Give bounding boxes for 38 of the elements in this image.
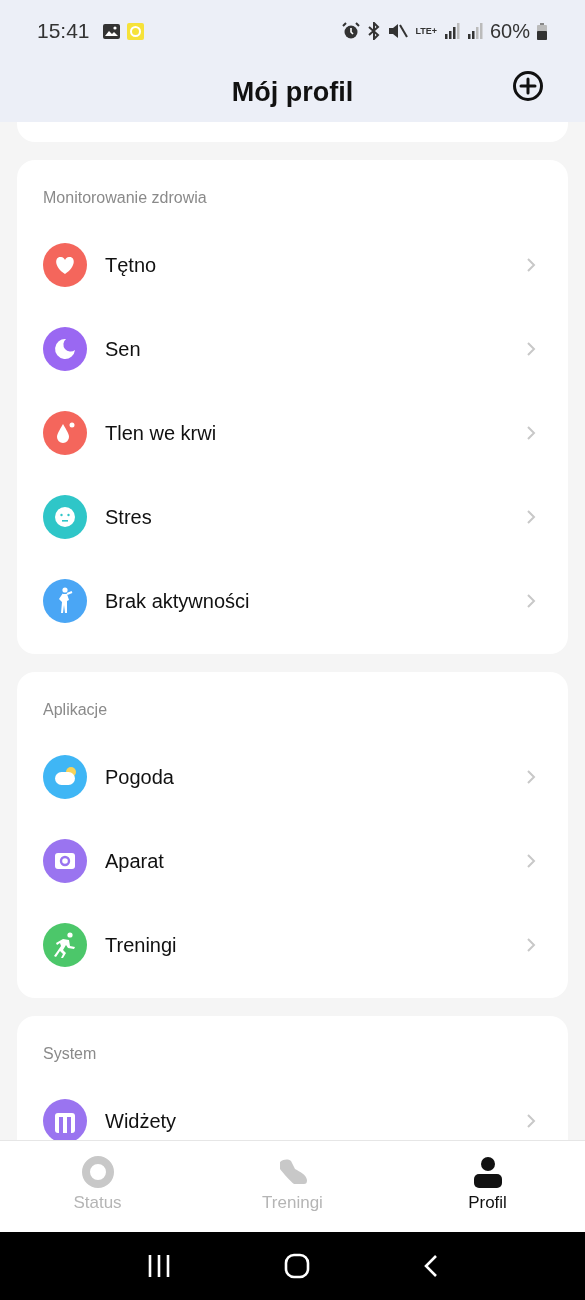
app-notification-icon — [126, 22, 144, 40]
battery-level: 60% — [489, 19, 530, 43]
chevron-right-icon — [526, 769, 536, 785]
menu-item[interactable]: Treningi — [43, 903, 542, 987]
signal-icon — [443, 23, 460, 39]
menu-item[interactable]: Sen — [43, 307, 542, 391]
chevron-right-icon — [526, 509, 536, 525]
battery-icon — [537, 22, 547, 40]
menu-item[interactable]: Pogoda — [43, 735, 542, 819]
muted-speaker-icon — [388, 22, 409, 40]
menu-item[interactable]: Tętno — [43, 223, 542, 307]
menu-item[interactable]: Aparat — [43, 819, 542, 903]
menu-item[interactable]: Brak aktywności — [43, 559, 542, 643]
section-title: System — [43, 1044, 98, 1064]
chevron-right-icon — [526, 1113, 536, 1129]
image-icon — [102, 23, 120, 39]
signal-icon — [466, 23, 483, 39]
page-title: Mój profil — [231, 76, 354, 108]
nav-tab[interactable]: Profil — [390, 1141, 585, 1232]
chevron-right-icon — [526, 257, 536, 273]
bluetooth-icon — [367, 22, 382, 40]
home-icon[interactable] — [283, 1253, 310, 1279]
chevron-right-icon — [526, 341, 536, 357]
alarm-icon — [342, 22, 361, 40]
chevron-right-icon — [526, 937, 536, 953]
chevron-right-icon — [526, 425, 536, 441]
clock-time: 15:41 — [37, 19, 90, 43]
section-title: Monitorowanie zdrowia — [43, 188, 208, 208]
network-type: LTE+ — [415, 26, 437, 36]
recent-apps-icon[interactable] — [146, 1254, 171, 1278]
add-icon[interactable] — [512, 70, 544, 102]
chevron-right-icon — [526, 853, 536, 869]
section-title: Aplikacje — [43, 700, 109, 720]
ring-icon — [80, 1155, 115, 1189]
menu-item[interactable]: Stres — [43, 475, 542, 559]
chevron-right-icon — [526, 593, 536, 609]
menu-item[interactable]: Tlen we krwi — [43, 391, 542, 475]
back-icon[interactable] — [422, 1254, 439, 1278]
